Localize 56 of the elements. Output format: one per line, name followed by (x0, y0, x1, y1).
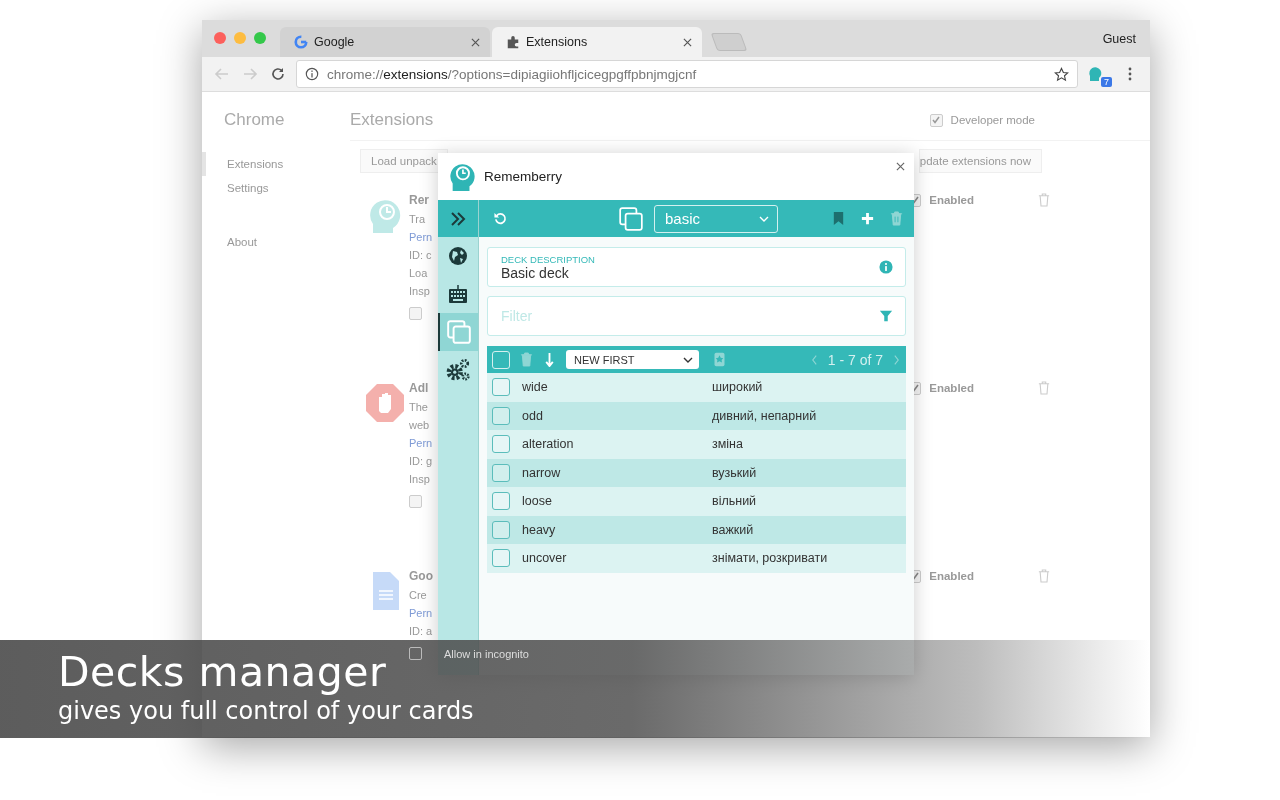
extension-badge: 7 (1101, 77, 1112, 88)
page-heading: Extensions (350, 110, 434, 130)
card-row[interactable]: heavy важкий (487, 515, 906, 544)
description-input[interactable]: Basic deck (501, 264, 879, 281)
card-word: wide (522, 380, 549, 395)
card-translation: вільний (712, 494, 757, 509)
card-translation: вузький (712, 465, 757, 480)
card-word: heavy (522, 522, 557, 537)
extension-detail: ID: g (409, 455, 434, 467)
field-label: DECK DESCRIPTION (501, 253, 596, 265)
extension-name: Adl (409, 381, 430, 395)
enabled-label: Enabled (929, 382, 974, 394)
card-row[interactable]: narrow вузький (487, 458, 906, 487)
extension-detail: Tra (409, 213, 427, 225)
filter-input[interactable]: Filter (501, 308, 879, 324)
extension-detail: The (409, 401, 429, 413)
profile-name[interactable]: Guest (1102, 32, 1136, 46)
caption-subtitle: gives you full control of your cards (58, 697, 474, 726)
card-translation: знімати, розкривати (712, 551, 828, 566)
extension-detail: ID: c (409, 249, 433, 261)
popup-title: Rememberry (484, 169, 562, 184)
enabled-label: Enabled (929, 194, 974, 206)
card-row[interactable]: uncover знімати, розкривати (487, 544, 906, 573)
card-translation: дивний, непарний (712, 408, 817, 423)
extension-detail: web (409, 419, 431, 431)
card-word: narrow (522, 465, 562, 480)
card-row[interactable]: odd дивний, непарний (487, 401, 906, 430)
checkbox-label: Allow in incognito (444, 647, 529, 660)
brand-title: Chrome (223, 110, 286, 130)
card-row[interactable]: wide широкий (487, 373, 906, 402)
card-translation: зміна (712, 437, 743, 452)
extension-detail: Insp (409, 285, 431, 297)
filter-field[interactable]: Filter (487, 296, 906, 336)
page-range: 1 - 7 of 7 (827, 351, 883, 368)
card-row[interactable]: loose вільний (487, 487, 906, 516)
extension-detail: Loa (409, 267, 429, 279)
deck-description-field[interactable]: DECK DESCRIPTION Basic deck (487, 247, 906, 287)
card-row[interactable]: alteration зміна (487, 430, 906, 459)
browser-tab[interactable]: Google (280, 27, 490, 58)
card-word: alteration (522, 437, 575, 452)
card-word: loose (522, 494, 553, 509)
extension-name: Goo (409, 569, 434, 583)
sort-select[interactable]: NEW FIRST (566, 350, 699, 369)
card-word: odd (522, 408, 544, 423)
checkbox-label: Developer mode (950, 114, 1035, 126)
card-word: uncover (522, 551, 568, 566)
extension-detail: ID: a (409, 625, 434, 637)
enabled-label: Enabled (929, 570, 974, 582)
extension-detail: Insp (409, 473, 431, 485)
extension-detail: Cre (409, 589, 428, 601)
card-translation: широкий (712, 380, 763, 395)
caption-title: Decks manager (58, 650, 387, 696)
card-translation: важкий (712, 522, 754, 537)
address-field[interactable]: chrome://extensions/?options=dipiagiiohfljcicegpgffpbnjmgjcnf (296, 60, 1078, 89)
browser-tab[interactable]: Extensions (492, 27, 702, 58)
extension-name: Rer (409, 193, 430, 207)
